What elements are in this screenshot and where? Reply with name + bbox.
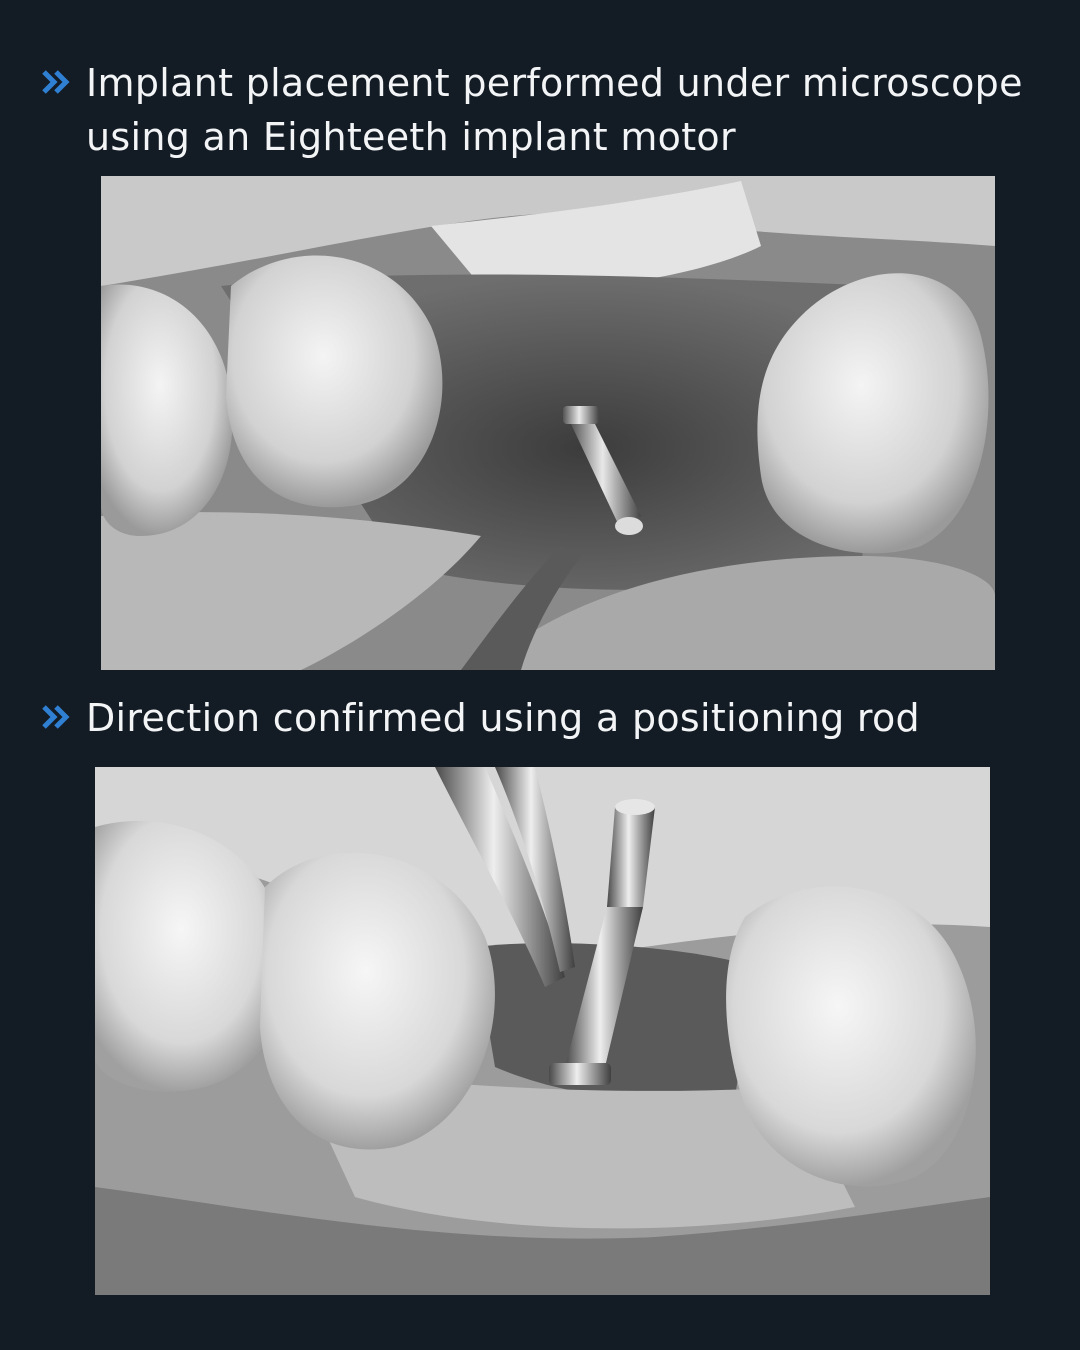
double-chevron-right-icon xyxy=(42,70,70,94)
photo-positioning-rod xyxy=(95,767,990,1295)
clinical-image-positioning-rod xyxy=(95,767,990,1295)
double-chevron-right-icon xyxy=(42,705,70,729)
caption-row-positioning-rod: Direction confirmed using a positioning … xyxy=(40,691,920,745)
caption-positioning-rod: Direction confirmed using a positioning … xyxy=(86,696,920,740)
caption-row-implant-placement: Implant placement performed under micros… xyxy=(40,56,1023,164)
clinical-image-implant-motor xyxy=(101,176,995,670)
photo-implant-placement xyxy=(101,176,995,670)
caption-implant-placement: Implant placement performed under micros… xyxy=(86,61,1023,159)
